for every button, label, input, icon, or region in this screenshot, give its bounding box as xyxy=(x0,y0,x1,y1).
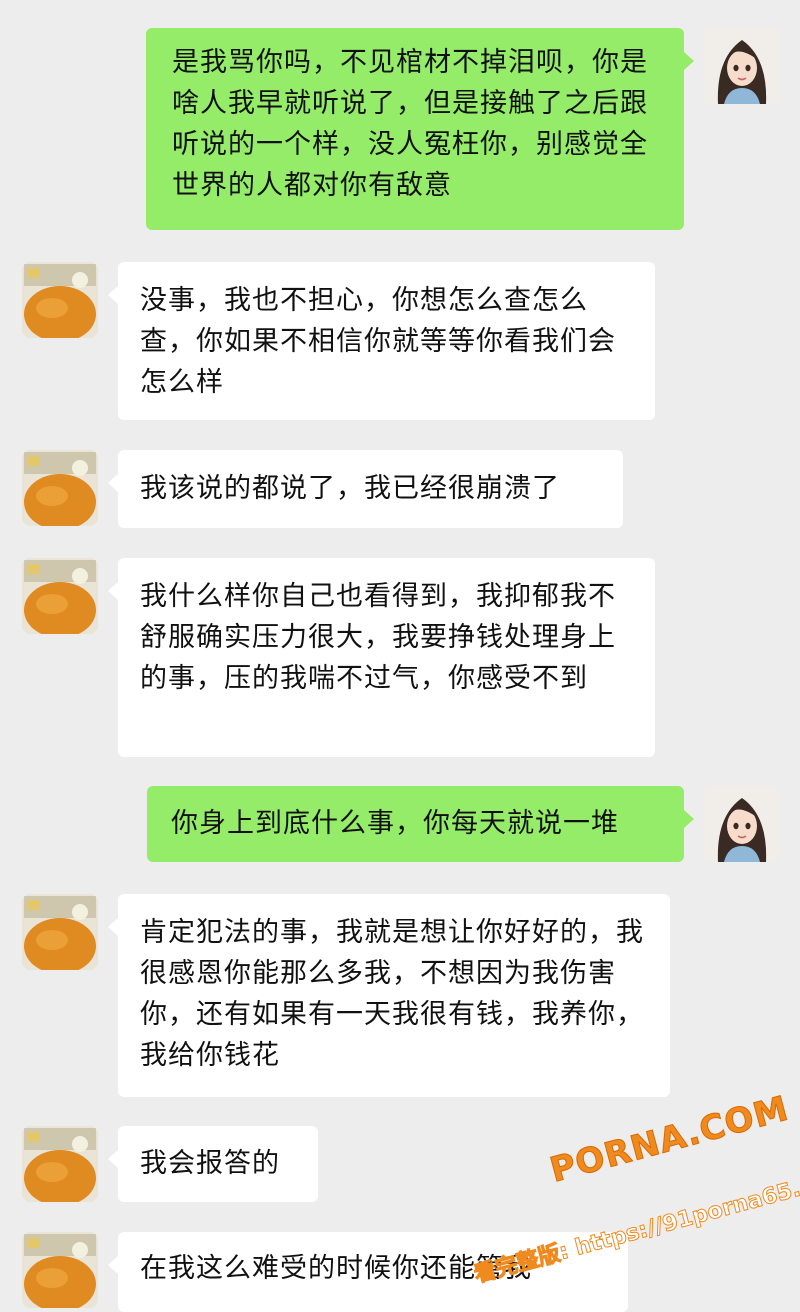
message-bubble: 你身上到底什么事，你每天就说一堆 xyxy=(147,786,694,862)
cartoon-avatar-icon[interactable] xyxy=(22,450,98,526)
message-bubble: 我什么样你自己也看得到，我抑郁我不舒服确实压力很大，我要挣钱处理身上的事，压的我… xyxy=(108,558,655,757)
message-bubble: 没事，我也不担心，你想怎么查怎么查，你如果不相信你就等等你看我们会怎么样 xyxy=(108,262,655,420)
message-bubble: 我该说的都说了，我已经很崩溃了 xyxy=(108,450,623,528)
message-incoming: 在我这么难受的时候你还能管我 xyxy=(0,1232,800,1312)
message-incoming: 我会报答的 xyxy=(0,1126,800,1206)
message-bubble: 在我这么难受的时候你还能管我 xyxy=(108,1232,628,1312)
message-bubble: 我会报答的 xyxy=(108,1126,318,1202)
chat-message-list: 是我骂你吗，不见棺材不掉泪呗，你是啥人我早就听说了，但是接触了之后跟听说的一个样… xyxy=(0,0,800,1312)
cartoon-avatar-icon[interactable] xyxy=(22,262,98,338)
message-incoming: 我该说的都说了，我已经很崩溃了 xyxy=(0,450,800,530)
message-outgoing: 是我骂你吗，不见棺材不掉泪呗，你是啥人我早就听说了，但是接触了之后跟听说的一个样… xyxy=(0,28,800,233)
cartoon-avatar-icon[interactable] xyxy=(22,1126,98,1202)
girl-avatar-icon[interactable] xyxy=(704,786,780,862)
message-incoming: 我什么样你自己也看得到，我抑郁我不舒服确实压力很大，我要挣钱处理身上的事，压的我… xyxy=(0,558,800,758)
cartoon-avatar-icon[interactable] xyxy=(22,894,98,970)
message-bubble: 是我骂你吗，不见棺材不掉泪呗，你是啥人我早就听说了，但是接触了之后跟听说的一个样… xyxy=(146,28,694,230)
cartoon-avatar-icon[interactable] xyxy=(22,558,98,634)
girl-avatar-icon[interactable] xyxy=(704,28,780,104)
message-bubble: 肯定犯法的事，我就是想让你好好的，我很感恩你能那么多我，不想因为我伤害你，还有如… xyxy=(108,894,670,1097)
message-incoming: 肯定犯法的事，我就是想让你好好的，我很感恩你能那么多我，不想因为我伤害你，还有如… xyxy=(0,894,800,1099)
cartoon-avatar-icon[interactable] xyxy=(22,1232,98,1308)
message-outgoing: 你身上到底什么事，你每天就说一堆 xyxy=(0,786,800,866)
message-incoming: 没事，我也不担心，你想怎么查怎么查，你如果不相信你就等等你看我们会怎么样 xyxy=(0,262,800,422)
